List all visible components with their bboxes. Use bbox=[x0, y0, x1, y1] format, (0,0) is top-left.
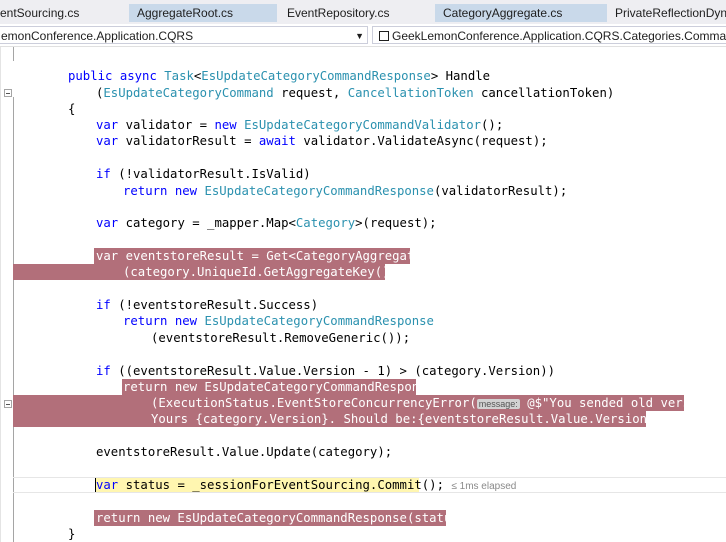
code-line: return new EsUpdateCategoryCommandRespon… bbox=[123, 184, 568, 198]
outline-guide bbox=[13, 47, 14, 61]
tab-categoryaggregate[interactable]: CategoryAggregate.cs bbox=[435, 4, 607, 22]
perf-tip[interactable]: ≤ 1ms elapsed bbox=[451, 481, 516, 492]
code-line: (eventstoreResult.RemoveGeneric()); bbox=[151, 331, 411, 345]
code-line: public async Task<EsUpdateCategoryComman… bbox=[68, 69, 491, 83]
code-line: if ((eventstoreResult.Value.Version - 1)… bbox=[96, 364, 556, 378]
code-line: (category.UniqueId.GetAggregateKey()); bbox=[123, 265, 405, 279]
code-line: var category = _mapper.Map<Category>(req… bbox=[96, 216, 437, 230]
code-line: } bbox=[68, 527, 76, 541]
outline-guide-method bbox=[13, 97, 14, 542]
code-line: var status = _sessionForEventSourcing.Co… bbox=[96, 478, 517, 492]
code-line: var eventstoreResult = Get<CategoryAggre… bbox=[96, 249, 430, 263]
chevron-down-icon[interactable]: ▼ bbox=[355, 27, 364, 43]
tab-aggregateroot[interactable]: AggregateRoot.cs bbox=[129, 4, 277, 22]
indicator-margin bbox=[0, 47, 1, 542]
navigation-bar: emonConference.Application.CQRS ▼ GeekLe… bbox=[0, 24, 726, 47]
collapse-block-icon[interactable] bbox=[4, 400, 12, 408]
collapse-method-icon[interactable] bbox=[4, 89, 12, 97]
code-line: eventstoreResult.Value.Update(category); bbox=[96, 445, 393, 459]
parameter-name-hint: message: bbox=[476, 399, 520, 409]
type-dropdown-label: GeekLemonConference.Application.CQRS.Cat… bbox=[392, 29, 726, 43]
code-line: return new EsUpdateCategoryCommandRespon… bbox=[123, 314, 434, 328]
tab-eventrepository[interactable]: EventRepository.cs bbox=[287, 4, 427, 22]
namespace-icon bbox=[379, 31, 389, 41]
code-line: if (!validatorResult.IsValid) bbox=[96, 167, 311, 181]
tab-privatereflectiondynamic[interactable]: PrivateReflectionDyn bbox=[615, 4, 726, 22]
code-editor[interactable]: public async Task<EsUpdateCategoryComman… bbox=[0, 47, 726, 542]
document-tab-bar: entSourcing.cs AggregateRoot.cs EventRep… bbox=[0, 0, 726, 24]
type-dropdown[interactable]: GeekLemonConference.Application.CQRS.Cat… bbox=[372, 26, 726, 44]
code-line: Yours {category.Version}. Should be:{eve… bbox=[151, 412, 685, 426]
code-line: { bbox=[68, 102, 76, 116]
code-line: var validatorResult = await validator.Va… bbox=[96, 134, 548, 148]
code-line: return new EsUpdateCategoryCommandRespon… bbox=[96, 511, 474, 525]
code-line: (ExecutionStatus.EventStoreConcurrencyEr… bbox=[151, 396, 720, 410]
code-line: (EsUpdateCategoryCommand request, Cancel… bbox=[96, 86, 615, 100]
code-line: return new EsUpdateCategoryCommandRespon… bbox=[123, 380, 434, 394]
tab-eventsourcing[interactable]: entSourcing.cs bbox=[0, 4, 118, 22]
code-line: var validator = new EsUpdateCategoryComm… bbox=[96, 118, 504, 132]
project-dropdown[interactable]: emonConference.Application.CQRS ▼ bbox=[0, 26, 368, 44]
project-dropdown-label: emonConference.Application.CQRS bbox=[1, 29, 194, 43]
code-line: if (!eventstoreResult.Success) bbox=[96, 298, 319, 312]
